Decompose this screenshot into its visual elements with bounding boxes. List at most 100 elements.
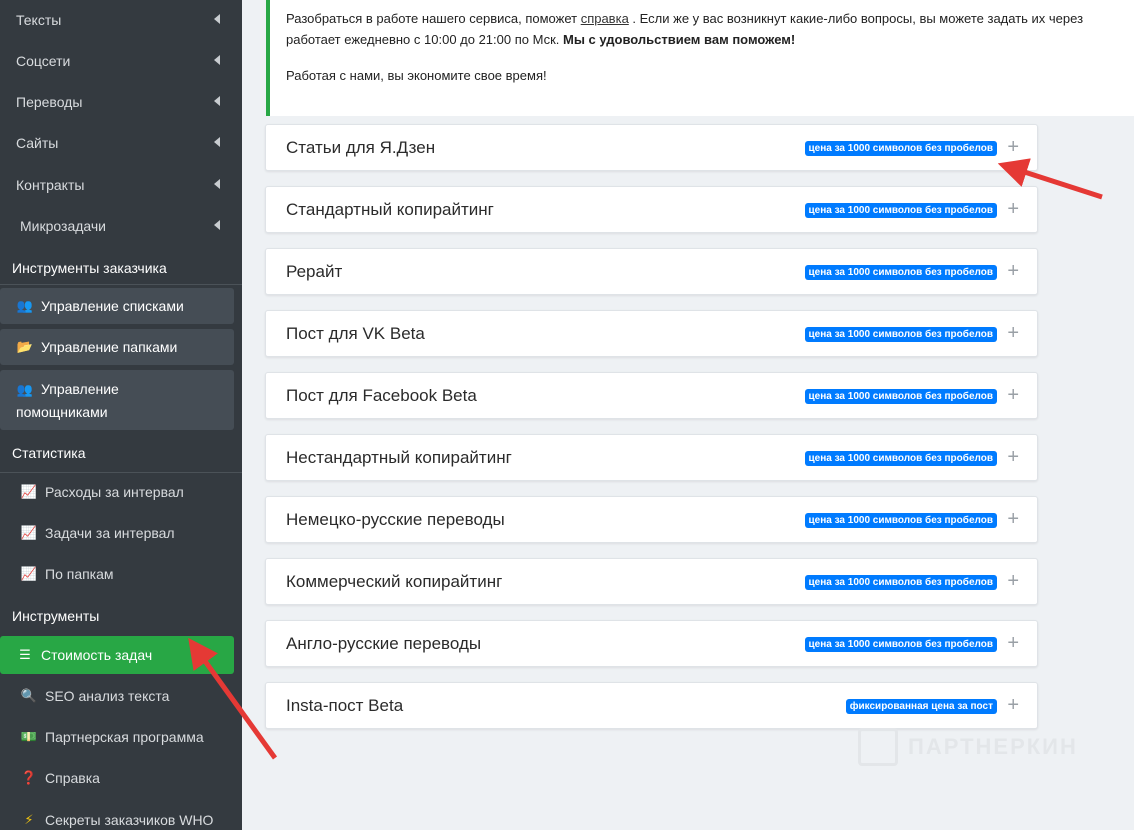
stats-label: Задачи за интервал: [45, 525, 175, 541]
help-link[interactable]: ❓ Справка: [0, 763, 242, 793]
menu-label: Контракты: [16, 177, 85, 193]
service-title: Пост для Facebook Beta: [286, 386, 477, 405]
task-cost-button[interactable]: ☰ Стоимость задач: [0, 636, 234, 674]
info-text: Разобраться в работе нашего сервиса, пом…: [286, 11, 581, 26]
service-title: Insta-пост Beta: [286, 696, 404, 715]
tool-label: Справка: [45, 770, 100, 786]
service-card[interactable]: Нестандартный копирайтинг цена за 1000 си…: [265, 434, 1038, 481]
service-title: Стандартный копирайтинг: [286, 200, 494, 219]
menu-label: Сайты: [16, 135, 59, 151]
menu-social[interactable]: Соцсети: [0, 46, 242, 76]
menu-label: Микрозадачи: [20, 218, 106, 234]
info-line-2: работает ежедневно с 10:00 до 21:00 по М…: [286, 29, 1118, 50]
service-title: Немецко-русские переводы: [286, 510, 505, 529]
stats-label: Расходы за интервал: [45, 484, 184, 500]
price-badge: фиксированная цена за пост: [845, 699, 997, 714]
service-card[interactable]: Стандартный копирайтинг цена за 1000 симв…: [265, 186, 1038, 233]
tool-label: Секреты заказчиков WHO: [45, 812, 214, 828]
chart-line-icon: 📈: [20, 484, 38, 499]
service-card[interactable]: Статьи для Я.Дзен цена за 1000 символов б…: [265, 124, 1038, 171]
tool-label: Управление списками: [41, 298, 184, 314]
tools-title: Инструменты: [12, 608, 100, 624]
tool-label-line2: помощниками: [16, 403, 108, 420]
customer-tools-title: Инструменты заказчика: [12, 260, 167, 276]
service-title: Коммерческий копирайтинг: [286, 572, 503, 591]
plus-icon[interactable]: +: [1007, 385, 1019, 405]
plus-icon[interactable]: +: [1007, 323, 1019, 343]
watermark-text: ПАРТНЕРКИН: [908, 734, 1078, 759]
info-text: работает ежедневно с 10:00 до 21:00 по М…: [286, 32, 563, 47]
service-title: Англо-русские переводы: [286, 634, 482, 653]
bolt-icon: ⚡: [24, 812, 34, 827]
price-badge: цена за 1000 символов без пробелов: [804, 637, 997, 652]
partner-program-link[interactable]: 💵 Партнерская программа: [0, 722, 242, 752]
seo-analysis-link[interactable]: 🔍 SEO анализ текста: [0, 681, 242, 711]
service-card[interactable]: Insta-пост Beta фиксированная цена за пос…: [265, 682, 1038, 729]
divider: [0, 472, 242, 473]
tool-label: SEO анализ текста: [45, 688, 170, 704]
manage-folders-button[interactable]: 📂 Управление папками: [0, 329, 234, 365]
menu-translations[interactable]: Переводы: [0, 87, 242, 117]
users-icon: 👥: [16, 298, 34, 313]
plus-icon[interactable]: +: [1007, 633, 1019, 653]
stats-expenses-link[interactable]: 📈 Расходы за интервал: [0, 477, 242, 507]
menu-contracts[interactable]: Контракты: [0, 170, 242, 200]
service-title: Рерайт: [286, 262, 343, 281]
chevron-left-icon: [214, 14, 220, 24]
service-card[interactable]: Коммерческий копирайтинг цена за 1000 сим…: [265, 558, 1038, 605]
who-secrets-link[interactable]: ⚡ Секреты заказчиков WHO: [0, 805, 242, 830]
tool-label: Управление папками: [41, 339, 178, 355]
chevron-left-icon: [214, 55, 220, 65]
users-icon: 👥: [16, 381, 34, 397]
stats-folders-link[interactable]: 📈 По папкам: [0, 559, 242, 589]
plus-icon[interactable]: +: [1007, 137, 1019, 157]
plus-icon[interactable]: +: [1007, 509, 1019, 529]
plus-icon[interactable]: +: [1007, 571, 1019, 591]
watermark: ПАРТНЕРКИН: [858, 728, 1078, 766]
manage-assistants-button[interactable]: 👥 Управление помощниками: [0, 370, 234, 430]
chart-line-icon: 📈: [20, 566, 38, 581]
tool-label: Партнерская программа: [45, 729, 204, 745]
chevron-left-icon: [214, 220, 220, 230]
price-badge: цена за 1000 символов без пробелов: [804, 389, 997, 404]
menu-label: Переводы: [16, 94, 83, 110]
plus-icon[interactable]: +: [1007, 695, 1019, 715]
list-icon: ☰: [19, 647, 31, 662]
watermark-logo-icon: [858, 728, 898, 766]
sidebar: Тексты Соцсети Переводы Сайты Контракты …: [0, 0, 242, 830]
menu-label: Соцсети: [16, 53, 71, 69]
chevron-left-icon: [214, 96, 220, 106]
chart-line-icon: 📈: [20, 525, 38, 540]
stats-label: По папкам: [45, 566, 114, 582]
menu-microtasks[interactable]: Микрозадачи: [0, 211, 242, 241]
plus-icon[interactable]: +: [1007, 447, 1019, 467]
divider: [0, 284, 242, 285]
menu-texts[interactable]: Тексты: [0, 5, 242, 35]
price-badge: цена за 1000 символов без пробелов: [804, 327, 997, 342]
service-card[interactable]: Пост для VK Beta цена за 1000 символов бе…: [265, 310, 1038, 357]
info-text: . Если же у вас возникнут какие-либо воп…: [628, 11, 1084, 26]
price-badge: цена за 1000 символов без пробелов: [804, 575, 997, 590]
help-link-inline[interactable]: справка: [581, 11, 629, 26]
service-title: Пост для VK Beta: [286, 324, 425, 343]
chevron-left-icon: [214, 179, 220, 189]
menu-sites[interactable]: Сайты: [0, 128, 242, 158]
tool-label: Стоимость задач: [41, 647, 153, 663]
plus-icon[interactable]: +: [1007, 199, 1019, 219]
service-card[interactable]: Рерайт цена за 1000 символов без пробелов…: [265, 248, 1038, 295]
service-title: Статьи для Я.Дзен: [286, 138, 436, 157]
service-card[interactable]: Пост для Facebook Beta цена за 1000 симво…: [265, 372, 1038, 419]
price-badge: цена за 1000 символов без пробелов: [804, 265, 997, 280]
price-badge: цена за 1000 символов без пробелов: [804, 451, 997, 466]
service-card[interactable]: Англо-русские переводы цена за 1000 симво…: [265, 620, 1038, 667]
money-icon: 💵: [20, 729, 38, 744]
service-card[interactable]: Немецко-русские переводы цена за 1000 сим…: [265, 496, 1038, 543]
folder-icon: 📂: [16, 339, 34, 354]
stats-tasks-link[interactable]: 📈 Задачи за интервал: [0, 518, 242, 548]
price-badge: цена за 1000 символов без пробелов: [804, 141, 997, 156]
info-box: Разобраться в работе нашего сервиса, пом…: [266, 0, 1134, 116]
chevron-left-icon: [214, 137, 220, 147]
plus-icon[interactable]: +: [1007, 261, 1019, 281]
info-line-3: Работая с нами, вы экономите свое время!: [286, 68, 547, 83]
manage-lists-button[interactable]: 👥 Управление списками: [0, 288, 234, 324]
